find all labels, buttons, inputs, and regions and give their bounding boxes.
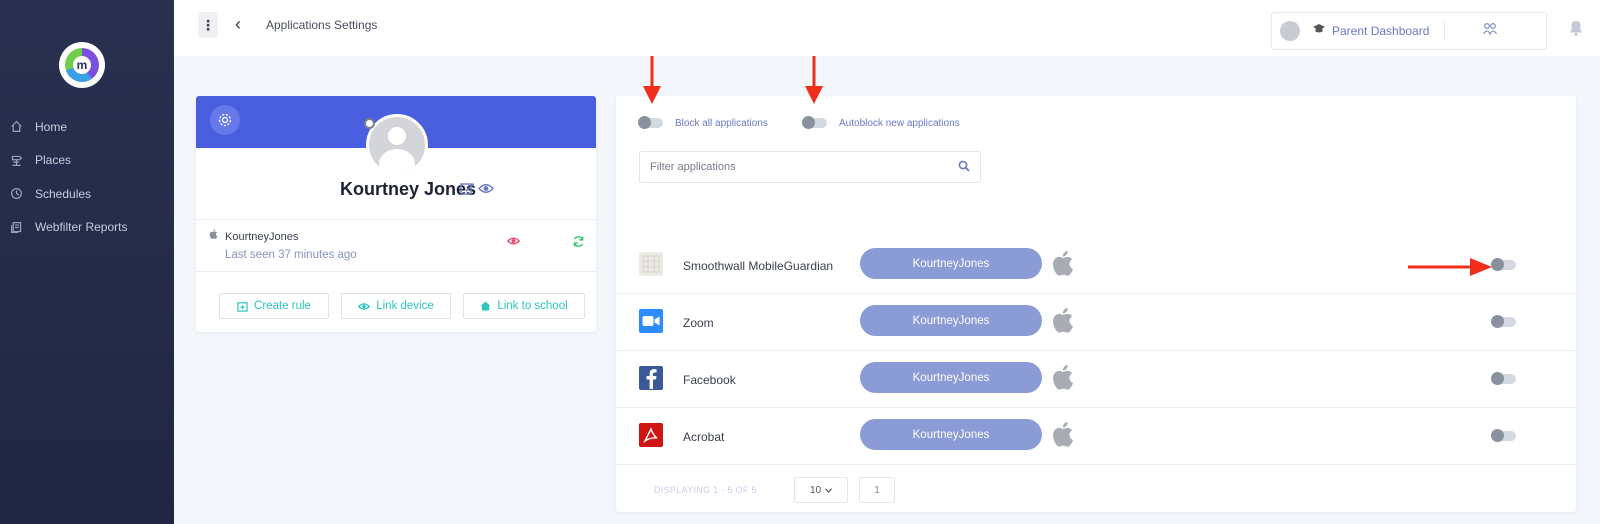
report-icon — [11, 221, 22, 233]
block-all-toggle[interactable] — [638, 116, 663, 129]
apple-icon — [1053, 364, 1074, 390]
logo-letter: m — [73, 56, 91, 74]
eye-icon — [358, 302, 371, 310]
divider — [196, 219, 596, 220]
sidebar-item-places[interactable]: Places — [0, 144, 174, 178]
sidebar-item-label: Places — [35, 153, 72, 168]
status-indicator — [364, 118, 375, 129]
divider — [196, 271, 596, 272]
app-name: Facebook — [683, 373, 736, 387]
eye-icon[interactable] — [478, 182, 494, 195]
profile-actions — [460, 182, 494, 195]
block-all-label: Block all applications — [675, 118, 768, 129]
device-last-seen: Last seen 37 minutes ago — [225, 249, 357, 261]
link-to-school-label: Link to school — [497, 300, 568, 312]
family-icon[interactable] — [1482, 22, 1498, 36]
per-page-select[interactable]: 10 — [794, 477, 848, 503]
applications-panel: Block all applications Autoblock new app… — [616, 96, 1576, 512]
home-icon — [480, 301, 491, 311]
app-row: Zoom KourtneyJones — [616, 294, 1576, 351]
parent-dashboard-switcher[interactable]: Parent Dashboard — [1271, 12, 1547, 50]
annotation-arrow-down-icon — [805, 56, 823, 104]
sidebar-item-home[interactable]: Home — [0, 110, 174, 144]
sync-icon[interactable] — [572, 235, 585, 248]
link-device-button[interactable]: Link device — [341, 293, 451, 319]
settings-button[interactable] — [210, 105, 240, 135]
avatar — [1280, 21, 1300, 41]
app-block-toggle[interactable] — [1491, 372, 1516, 385]
chevron-down-icon — [825, 487, 833, 493]
edit-icon[interactable] — [460, 182, 475, 195]
user-pill[interactable]: KourtneyJones — [860, 305, 1042, 336]
autoblock-label: Autoblock new applications — [839, 118, 960, 129]
apple-icon — [1053, 307, 1074, 333]
create-rule-label: Create rule — [254, 300, 311, 312]
sidebar-item-schedules[interactable]: Schedules — [0, 177, 174, 211]
per-page-value: 10 — [809, 484, 822, 496]
topbar: ⋮ ‹ Applications Settings Parent Dashboa… — [174, 0, 1600, 56]
sidebar-item-webfilter-reports[interactable]: Webfilter Reports — [0, 211, 174, 245]
apple-icon — [1053, 250, 1074, 276]
app-block-toggle[interactable] — [1491, 429, 1516, 442]
mobileguardian-icon — [639, 252, 663, 276]
search-icon[interactable] — [958, 160, 970, 172]
facebook-icon — [639, 366, 663, 390]
user-pill[interactable]: KourtneyJones — [860, 419, 1042, 450]
profile-name: Kourtney Jones — [339, 179, 476, 199]
pagination-summary: DISPLAYING 1 - 5 OF 5 — [654, 485, 757, 495]
link-to-school-button[interactable]: Link to school — [463, 293, 585, 319]
sidebar-nav: Home Places Schedules Webfilter Reports — [0, 110, 174, 244]
annotation-arrow-right-icon — [1408, 258, 1492, 276]
annotation-arrow-down-icon — [643, 56, 661, 104]
user-pill[interactable]: KourtneyJones — [860, 248, 1042, 279]
sidebar-item-label: Home — [35, 119, 68, 134]
acrobat-icon — [639, 423, 663, 447]
link-device-label: Link device — [376, 300, 434, 312]
device-name: KourtneyJones — [225, 231, 299, 243]
calendar-plus-icon — [237, 301, 248, 312]
zoom-icon — [639, 309, 663, 333]
app-block-toggle[interactable] — [1491, 258, 1516, 271]
home-icon — [11, 121, 22, 133]
app-row: Facebook KourtneyJones — [616, 351, 1576, 408]
app-name: Smoothwall MobileGuardian — [683, 259, 834, 273]
apple-icon — [209, 229, 218, 239]
filter-applications-input[interactable] — [639, 151, 981, 183]
app-name: Zoom — [683, 316, 714, 330]
sidebar: m Home Places Schedules Webfilter Report… — [0, 0, 174, 524]
sidebar-item-label: Schedules — [35, 186, 92, 201]
gear-icon — [218, 113, 232, 127]
create-rule-button[interactable]: Create rule — [219, 293, 329, 319]
places-icon — [11, 155, 23, 166]
sidebar-item-label: Webfilter Reports — [35, 220, 128, 235]
autoblock-toggle[interactable] — [802, 116, 827, 129]
clock-icon — [11, 188, 22, 200]
divider — [1444, 21, 1445, 41]
profile-card: Kourtney Jones KourtneyJones Last seen 3… — [196, 96, 596, 332]
bell-icon[interactable] — [1569, 20, 1583, 36]
eye-icon[interactable] — [507, 236, 520, 246]
page-title: Applications Settings — [266, 18, 378, 32]
app-logo[interactable]: m — [59, 42, 105, 88]
profile-avatar — [366, 114, 428, 176]
page-number-button[interactable]: 1 — [859, 477, 895, 503]
parent-dashboard-link[interactable]: Parent Dashboard — [1332, 24, 1429, 38]
app-block-toggle[interactable] — [1491, 315, 1516, 328]
app-name: Acrobat — [683, 430, 725, 444]
kebab-menu-button[interactable]: ⋮ — [198, 12, 218, 38]
app-row: Acrobat KourtneyJones — [616, 408, 1576, 465]
user-pill[interactable]: KourtneyJones — [860, 362, 1042, 393]
graduation-cap-icon — [1313, 24, 1325, 33]
back-icon[interactable]: ‹ — [235, 14, 241, 35]
apple-icon — [1053, 421, 1074, 447]
